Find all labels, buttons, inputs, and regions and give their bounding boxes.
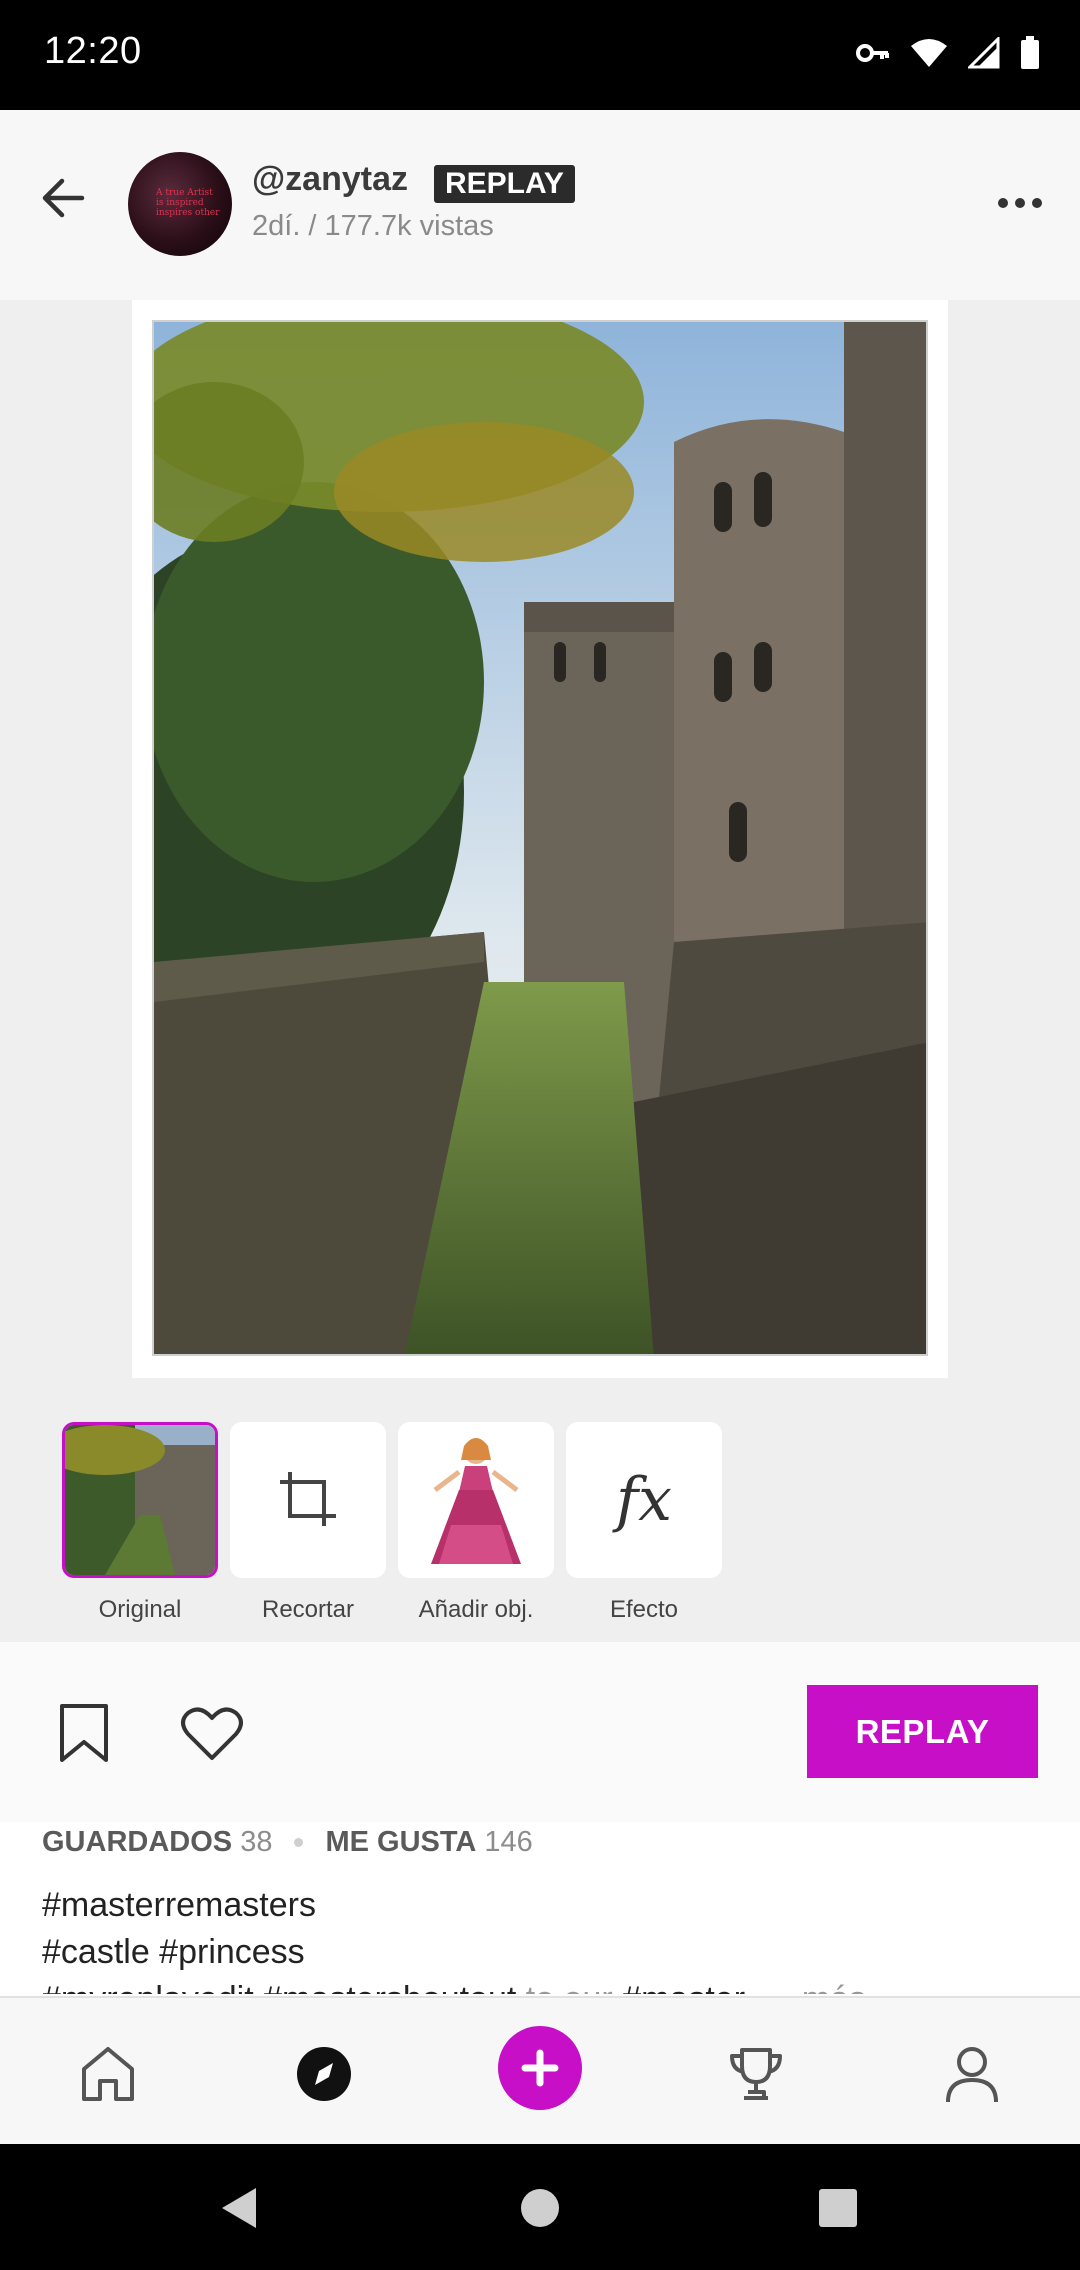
post-header: A true Artist is inspired inspires other… — [0, 110, 1080, 300]
tool-original[interactable]: Original — [62, 1422, 218, 1624]
wifi-icon — [911, 39, 947, 67]
more-options-button[interactable] — [998, 198, 1042, 208]
plus-icon — [521, 2049, 559, 2087]
tool-label: Efecto — [609, 1596, 679, 1623]
fx-icon: fx — [615, 1465, 673, 1535]
tool-label: Recortar — [261, 1596, 355, 1623]
profile-icon — [946, 2047, 998, 2103]
caption-line: #myreplayedit #mastershoutout to our #ma… — [42, 1976, 1042, 1994]
avatar-text: A true Artist is inspired inspires other — [156, 188, 220, 218]
vpn-key-icon — [856, 44, 889, 62]
system-recents-icon[interactable] — [818, 2188, 858, 2228]
princess-sticker-icon — [431, 1438, 521, 1564]
home-icon — [82, 2047, 134, 2101]
trophy-icon — [730, 2048, 782, 2100]
bookmark-icon — [60, 1704, 108, 1762]
more-link[interactable]: ... más — [764, 1980, 866, 1994]
status-bar: 12:20 — [0, 0, 1080, 110]
nav-explore[interactable] — [284, 2034, 364, 2114]
more-dot — [1015, 198, 1025, 208]
save-button[interactable] — [58, 1702, 110, 1769]
likes-label[interactable]: ME GUSTA — [325, 1826, 476, 1859]
tool-effect[interactable]: fx Efecto — [566, 1422, 722, 1624]
tool-original-thumb[interactable] — [62, 1422, 218, 1578]
tool-add-object[interactable]: Añadir obj. — [398, 1422, 554, 1624]
signal-icon — [968, 37, 1000, 69]
replay-button[interactable]: REPLAY — [807, 1685, 1038, 1778]
original-thumbnail — [65, 1425, 215, 1575]
bottom-nav — [0, 1996, 1080, 2144]
nav-profile[interactable] — [932, 2034, 1012, 2114]
tool-label: Añadir obj. — [418, 1596, 534, 1623]
tool-label: Original — [98, 1596, 182, 1623]
status-icons — [856, 36, 1040, 70]
arrow-left-icon — [42, 178, 85, 218]
action-bar: REPLAY — [0, 1642, 1080, 1822]
caption-text: to our — [516, 1980, 622, 1994]
battery-icon — [1021, 36, 1039, 69]
like-button[interactable] — [180, 1706, 244, 1767]
caption-tag[interactable]: #master — [622, 1980, 745, 1994]
system-back-icon[interactable] — [218, 2186, 258, 2230]
tool-crop[interactable]: Recortar — [230, 1422, 386, 1624]
heart-icon — [181, 1707, 243, 1760]
system-home-icon[interactable] — [520, 2188, 560, 2228]
nav-contests[interactable] — [716, 2034, 796, 2114]
saved-count: 38 — [240, 1826, 273, 1858]
system-nav-bar — [0, 2144, 1080, 2270]
tool-add-object-tile[interactable] — [398, 1422, 554, 1578]
more-dot — [998, 198, 1008, 208]
status-time: 12:20 — [44, 30, 142, 72]
avatar[interactable]: A true Artist is inspired inspires other — [128, 152, 232, 256]
back-button[interactable] — [36, 170, 92, 226]
post-stats: GUARDADOS 38 ME GUSTA 146 — [42, 1826, 533, 1859]
caption-tags[interactable]: #myreplayedit #mastershoutout — [42, 1980, 516, 1994]
likes-count: 146 — [484, 1826, 533, 1858]
tool-crop-tile[interactable] — [230, 1422, 386, 1578]
photo-frame — [132, 300, 948, 1378]
separator-dot — [294, 1838, 304, 1847]
castle-photo — [154, 322, 926, 1354]
caption-line[interactable]: #castle #princess — [42, 1929, 1042, 1976]
post-image[interactable] — [152, 320, 928, 1356]
explore-icon — [297, 2047, 351, 2101]
caption-line[interactable]: #masterremasters — [42, 1882, 1042, 1929]
replay-badge: REPLAY — [434, 165, 575, 203]
username[interactable]: @zanytaz — [252, 160, 408, 199]
nav-create-button[interactable] — [498, 2026, 582, 2110]
edit-tools: Original Recortar Añadir obj. fx Efecto — [62, 1422, 722, 1624]
nav-home[interactable] — [68, 2034, 148, 2114]
crop-icon — [280, 1472, 336, 1526]
image-area: Original Recortar Añadir obj. fx Efecto — [0, 300, 1080, 1642]
post-meta: 2dí. / 177.7k vistas — [252, 210, 494, 242]
tool-effect-tile[interactable]: fx — [566, 1422, 722, 1578]
post-caption: #masterremasters #castle #princess #myre… — [42, 1882, 1042, 1994]
more-dot — [1032, 198, 1042, 208]
saved-label[interactable]: GUARDADOS — [42, 1826, 232, 1859]
